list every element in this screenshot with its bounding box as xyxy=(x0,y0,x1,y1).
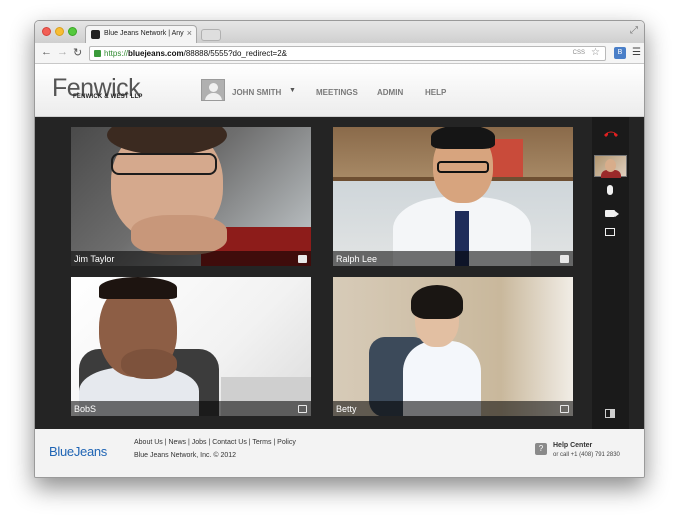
company-logo-subtitle: FENWICK & WEST LLP xyxy=(73,94,143,100)
video-hand xyxy=(121,349,177,379)
browser-window: Blue Jeans Network | Any × ⤢ ← → ↻ https… xyxy=(34,20,645,478)
reload-icon[interactable]: ↻ xyxy=(73,46,82,59)
self-view-head xyxy=(605,159,616,172)
video-hands xyxy=(131,215,227,255)
tab-title: Blue Jeans Network | Any xyxy=(104,30,184,37)
bluejeans-logo: BlueJeans xyxy=(49,444,108,459)
chevron-down-icon[interactable]: ▼ xyxy=(289,87,296,94)
participant-name: Betty xyxy=(336,404,357,414)
participant-tile-ralph-lee[interactable]: Ralph Lee xyxy=(333,127,573,266)
participant-tile-bobs[interactable]: BobS xyxy=(71,277,311,416)
extension-icon[interactable]: B xyxy=(614,47,626,59)
avatar-body-shape xyxy=(205,93,222,100)
call-controls-sidebar xyxy=(592,117,629,429)
participant-label-bar: Jim Taylor xyxy=(71,251,311,266)
copyright-text: Blue Jeans Network, Inc. © 2012 xyxy=(134,452,237,459)
hang-up-icon[interactable] xyxy=(603,129,619,139)
back-arrow-icon[interactable]: ← xyxy=(41,46,52,58)
screen-share-icon[interactable] xyxy=(605,228,615,236)
tab-bar: Blue Jeans Network | Any × ⤢ xyxy=(35,21,644,43)
nav-meetings[interactable]: MEETINGS xyxy=(316,88,358,97)
video-camera-icon[interactable] xyxy=(605,210,619,217)
participant-name: BobS xyxy=(74,404,97,414)
url-host: bluejeans.com xyxy=(128,49,184,58)
footer: BlueJeans About Us | News | Jobs | Conta… xyxy=(35,429,644,477)
participant-name: Jim Taylor xyxy=(74,254,115,264)
forward-arrow-icon[interactable]: → xyxy=(57,46,68,58)
address-bar[interactable]: https://bluejeans.com/88888/5555?do_redi… xyxy=(89,46,606,61)
user-menu[interactable]: JOHN SMITH xyxy=(232,88,281,97)
participant-tile-betty[interactable]: Betty xyxy=(333,277,573,416)
footer-links[interactable]: About Us | News | Jobs | Contact Us | Te… xyxy=(134,439,296,446)
app-header: Fenwick FENWICK & WEST LLP JOHN SMITH ▼ … xyxy=(35,64,644,117)
chat-bubble-icon[interactable] xyxy=(560,255,569,263)
browser-toolbar: ← → ↻ https://bluejeans.com/88888/5555?d… xyxy=(35,43,644,64)
nav-admin[interactable]: ADMIN xyxy=(377,88,403,97)
new-tab-button[interactable] xyxy=(201,29,221,41)
phone-icon[interactable] xyxy=(560,405,569,413)
browser-tab[interactable]: Blue Jeans Network | Any × xyxy=(85,25,197,43)
hamburger-menu-icon[interactable]: ☰ xyxy=(632,47,641,58)
phone-icon[interactable] xyxy=(298,405,307,413)
participant-label-bar: BobS xyxy=(71,401,311,416)
help-icon[interactable]: ? xyxy=(535,443,547,455)
meeting-area: Jim Taylor Ralph Lee BobS Betty xyxy=(35,117,644,429)
user-avatar[interactable] xyxy=(201,79,225,101)
video-glasses xyxy=(437,161,489,173)
nav-help[interactable]: HELP xyxy=(425,88,446,97)
help-phone: or call +1 (408) 791 2830 xyxy=(553,452,620,458)
avatar-head-shape xyxy=(209,83,218,92)
participant-label-bar: Ralph Lee xyxy=(333,251,573,266)
video-glasses xyxy=(111,153,217,175)
minimize-window-button[interactable] xyxy=(55,27,64,36)
help-center-link[interactable]: Help Center xyxy=(553,442,592,449)
url-scheme: https:// xyxy=(104,49,129,58)
url-path: /88888/5555?do_redirect=2& xyxy=(183,49,288,58)
close-window-button[interactable] xyxy=(42,27,51,36)
chat-bubble-icon[interactable] xyxy=(298,255,307,263)
video-hair xyxy=(431,127,495,149)
tab-close-icon[interactable]: × xyxy=(187,28,192,38)
participant-name: Ralph Lee xyxy=(336,254,378,264)
participant-label-bar: Betty xyxy=(333,401,573,416)
self-view-thumbnail[interactable] xyxy=(594,155,627,178)
star-icon[interactable]: ☆ xyxy=(591,47,600,58)
participant-tile-jim-taylor[interactable]: Jim Taylor xyxy=(71,127,311,266)
microphone-icon[interactable] xyxy=(607,185,613,195)
video-hair xyxy=(411,285,463,319)
toggle-panel-icon[interactable] xyxy=(605,409,615,418)
favicon-icon xyxy=(91,30,100,39)
css-indicator: CSS xyxy=(572,50,585,56)
lock-icon xyxy=(94,50,101,57)
video-hair xyxy=(99,277,177,299)
fullscreen-icon[interactable]: ⤢ xyxy=(630,25,638,36)
zoom-window-button[interactable] xyxy=(68,27,77,36)
